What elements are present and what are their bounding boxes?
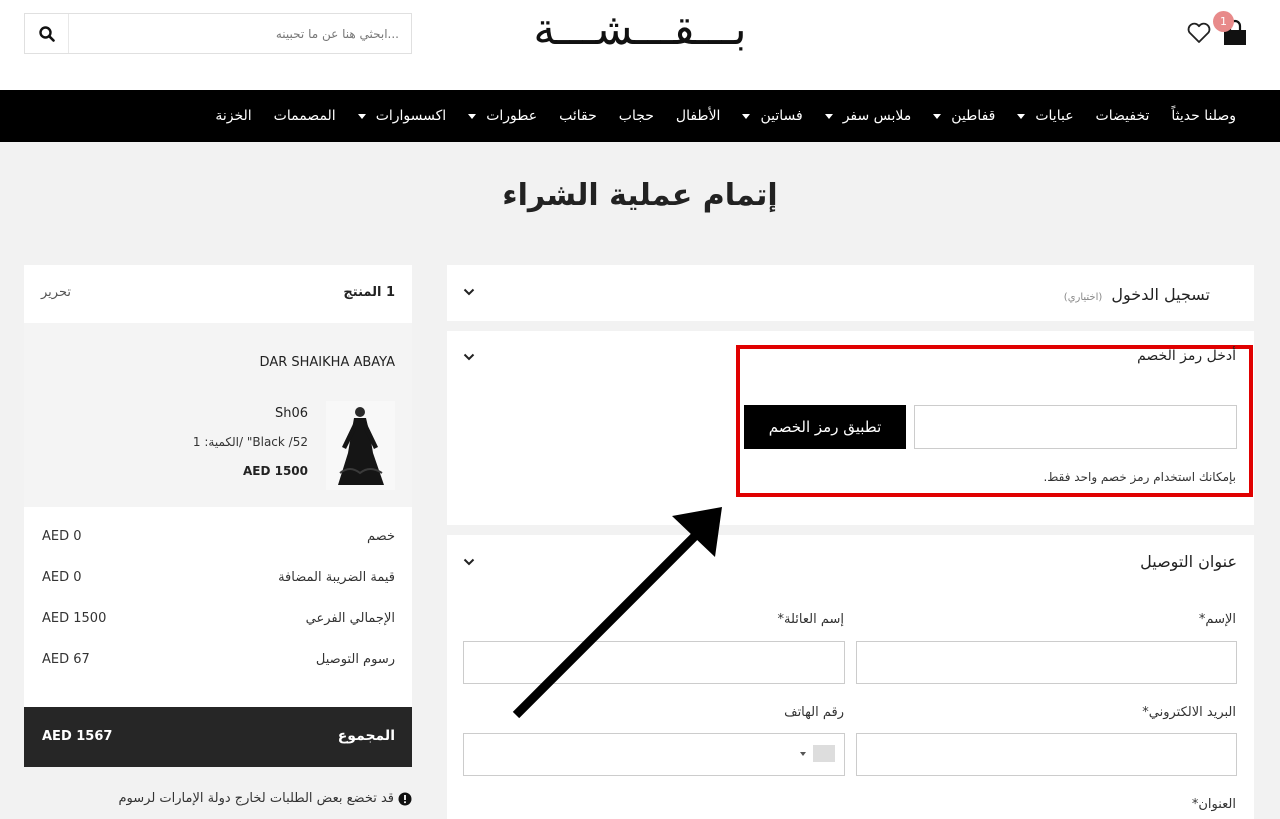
apply-coupon-button[interactable]: تطبيق رمز الخصم bbox=[744, 405, 906, 449]
caret-down-icon bbox=[1017, 113, 1026, 119]
order-total: المجموع AED 1567 bbox=[24, 707, 412, 767]
nav-item-label: تخفيضات bbox=[1095, 108, 1150, 124]
caret-down-icon bbox=[824, 113, 833, 119]
search-button[interactable] bbox=[25, 14, 69, 53]
email-field[interactable] bbox=[856, 733, 1237, 776]
nav-item-6[interactable]: الأطفال bbox=[676, 108, 721, 124]
shipping-title: عنوان التوصيل bbox=[1140, 552, 1237, 571]
chevron-down-icon[interactable] bbox=[462, 285, 476, 299]
caret-down-icon bbox=[742, 113, 751, 119]
nav-item-12[interactable]: الخزنة bbox=[215, 108, 251, 124]
nav-item-label: قفاطين bbox=[951, 108, 996, 124]
phone-field[interactable] bbox=[463, 733, 845, 776]
product-thumbnail[interactable] bbox=[326, 401, 395, 490]
main-navigation: وصلنا حديثاً تخفيضات عبايات قفاطين ملابس سفر… bbox=[0, 90, 1280, 142]
site-header: بـــقـــشـــة 1 bbox=[0, 0, 1280, 90]
nav-item-0[interactable]: وصلنا حديثاً bbox=[1171, 108, 1236, 124]
phone-label: رقم الهاتف bbox=[784, 705, 844, 720]
email-label: البريد الالكتروني* bbox=[1142, 705, 1236, 720]
nav-item-2[interactable]: عبايات bbox=[1017, 108, 1074, 124]
coupon-label: أدخل رمز الخصم bbox=[1137, 348, 1236, 364]
nav-item-5[interactable]: فساتين bbox=[742, 108, 803, 124]
nav-item-11[interactable]: المصممات bbox=[274, 108, 336, 124]
nav-item-label: حجاب bbox=[618, 108, 654, 124]
summary-row-label: خصم bbox=[367, 529, 395, 544]
shipping-notice: قد تخضع بعض الطلبات لخارج دولة الإمارات … bbox=[119, 791, 413, 806]
nav-item-4[interactable]: ملابس سفر bbox=[824, 108, 912, 124]
nav-item-label: الخزنة bbox=[215, 108, 252, 124]
country-flag-placeholder[interactable] bbox=[813, 745, 835, 762]
summary-row-value: AED 67 bbox=[42, 652, 90, 667]
nav-item-7[interactable]: حجاب bbox=[619, 108, 654, 124]
search-icon bbox=[38, 25, 55, 42]
nav-item-label: عبايات bbox=[1035, 108, 1074, 124]
product-brand: DAR SHAIKHA ABAYA bbox=[259, 355, 395, 370]
login-title-text: تسجيل الدخول bbox=[1111, 285, 1210, 304]
product-price: AED 1500 bbox=[242, 464, 308, 478]
login-section[interactable]: تسجيل الدخول (اختياري) bbox=[447, 265, 1254, 321]
product-card: DAR SHAIKHA ABAYA Sh06 52/ Black" /الكمي… bbox=[24, 323, 412, 507]
shipping-notice-text: قد تخضع بعض الطلبات لخارج دولة الإمارات … bbox=[118, 791, 395, 806]
nav-item-label: حقائب bbox=[559, 108, 597, 124]
summary-row-value: AED 0 bbox=[42, 529, 82, 544]
address-label: العنوان* bbox=[1191, 797, 1236, 812]
chevron-down-icon[interactable] bbox=[462, 350, 476, 364]
cart-count-badge: 1 bbox=[1213, 11, 1234, 32]
search-input[interactable] bbox=[71, 14, 411, 53]
wishlist-heart-icon[interactable] bbox=[1186, 20, 1212, 46]
first-name-field[interactable] bbox=[856, 641, 1237, 684]
country-dropdown-caret-icon[interactable] bbox=[800, 752, 806, 756]
login-optional-label: (اختياري) bbox=[1063, 292, 1103, 303]
summary-row-value: AED 0 bbox=[42, 570, 82, 585]
nav-item-label: اكسسوارات bbox=[375, 108, 447, 124]
nav-item-label: فساتين bbox=[760, 108, 803, 124]
caret-down-icon bbox=[468, 113, 477, 119]
info-icon bbox=[398, 792, 412, 805]
nav-item-9[interactable]: عطورات bbox=[468, 108, 537, 124]
caret-down-icon bbox=[933, 113, 942, 119]
nav-item-label: الأطفال bbox=[675, 108, 721, 124]
coupon-code-input[interactable] bbox=[914, 405, 1237, 449]
last-name-field[interactable] bbox=[463, 641, 845, 684]
summary-row-label: الإجمالي الفرعي bbox=[305, 611, 395, 626]
last-name-label: إسم العائلة* bbox=[777, 612, 845, 627]
nav-item-label: ملابس سفر bbox=[842, 108, 912, 124]
caret-down-icon bbox=[357, 113, 366, 119]
nav-item-3[interactable]: قفاطين bbox=[933, 108, 995, 124]
coupon-note: بإمكانك استخدام رمز خصم واحد فقط. bbox=[1043, 470, 1236, 484]
nav-item-label: المصممات bbox=[273, 108, 336, 124]
order-summary-rows: خصم AED 0 قيمة الضريبة المضافة AED 0 الإجمال… bbox=[24, 507, 412, 707]
product-count-label: 1 المنتج bbox=[343, 285, 395, 300]
summary-row-value: AED 1500 bbox=[42, 611, 107, 626]
total-label: المجموع bbox=[337, 728, 395, 744]
product-variant: 52/ Black" /الكمية: 1 bbox=[192, 435, 308, 449]
chevron-down-icon[interactable] bbox=[462, 555, 476, 569]
first-name-label: الإسم* bbox=[1198, 612, 1236, 627]
abaya-image-icon bbox=[326, 401, 395, 490]
nav-item-10[interactable]: اكسسوارات bbox=[357, 108, 447, 124]
order-summary-header: 1 المنتج تحرير bbox=[24, 265, 412, 323]
nav-item-label: وصلنا حديثاً bbox=[1171, 108, 1236, 124]
nav-item-8[interactable]: حقائب bbox=[559, 108, 597, 124]
nav-item-label: عطورات bbox=[486, 108, 538, 124]
page-title: إتمام عملية الشراء bbox=[502, 178, 778, 213]
product-sku: Sh06 bbox=[274, 406, 308, 421]
search-box bbox=[24, 13, 412, 54]
edit-cart-link[interactable]: تحرير bbox=[41, 285, 71, 300]
summary-row-label: قيمة الضريبة المضافة bbox=[278, 570, 395, 585]
login-section-title: تسجيل الدخول (اختياري) bbox=[1064, 285, 1210, 304]
nav-item-1[interactable]: تخفيضات bbox=[1096, 108, 1150, 124]
total-value: AED 1567 bbox=[42, 729, 113, 744]
site-logo[interactable]: بـــقـــشـــة bbox=[480, 0, 800, 60]
summary-row-label: رسوم التوصيل bbox=[315, 652, 395, 667]
